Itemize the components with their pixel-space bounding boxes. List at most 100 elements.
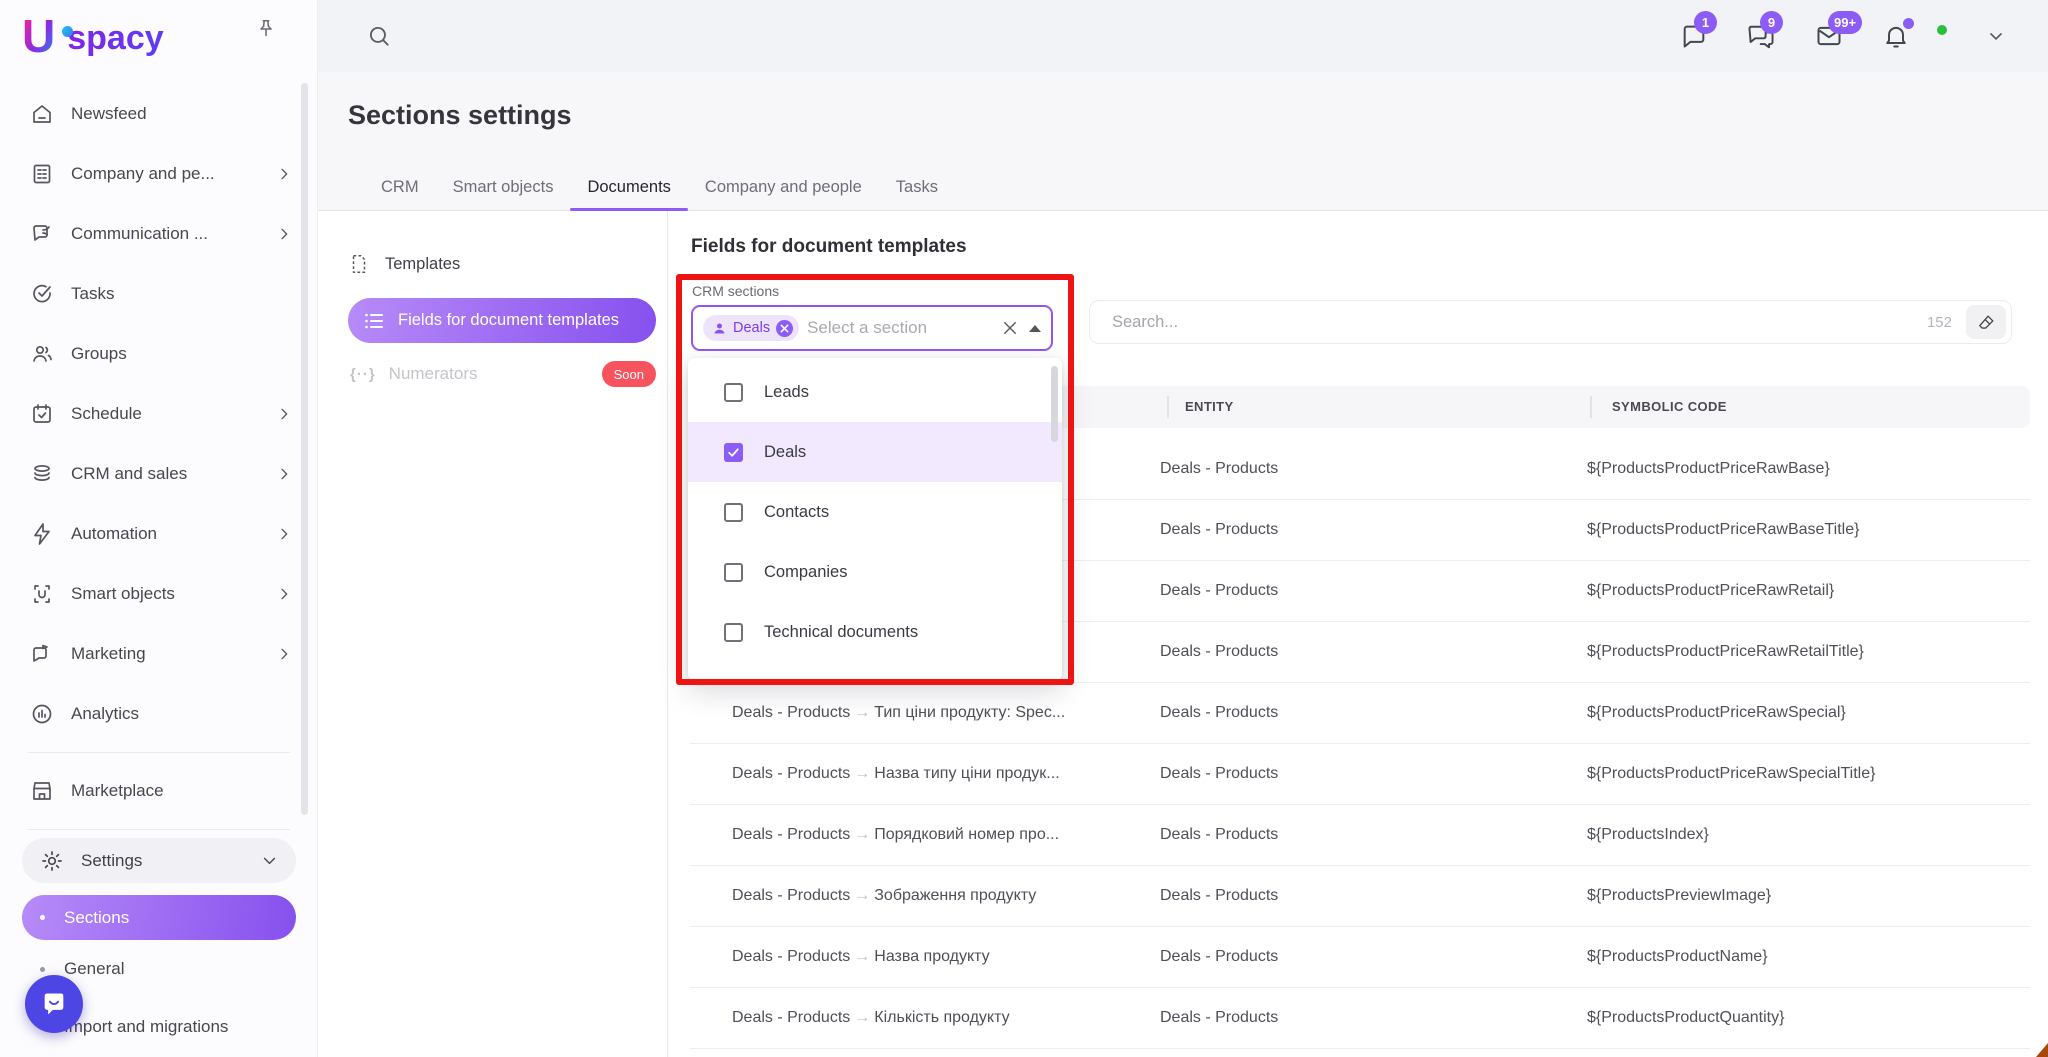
sidebar-item-sections[interactable]: Sections bbox=[22, 895, 296, 940]
checkbox-checked[interactable] bbox=[724, 443, 743, 462]
marketing-icon bbox=[30, 642, 54, 666]
online-status-dot bbox=[1935, 23, 1949, 37]
document-icon bbox=[348, 253, 370, 275]
chevron-right-icon bbox=[276, 166, 292, 182]
company-icon bbox=[30, 162, 54, 186]
sidebar-scrollbar[interactable] bbox=[301, 83, 308, 815]
sidebar-item-newsfeed[interactable]: Newsfeed bbox=[0, 84, 318, 144]
tab-smart-objects[interactable]: Smart objects bbox=[436, 165, 571, 210]
sidebar-item-settings[interactable]: Settings bbox=[22, 838, 296, 883]
sidebar-item-groups[interactable]: Groups bbox=[0, 324, 318, 384]
person-icon bbox=[712, 321, 727, 336]
chevron-right-icon bbox=[276, 526, 292, 542]
corner-artifact bbox=[2036, 1043, 2048, 1057]
clear-filters-button[interactable] bbox=[1966, 305, 2006, 339]
messenger-badge: 1 bbox=[1694, 11, 1717, 34]
arrow-icon: → bbox=[850, 887, 874, 904]
crm-sections-dropdown: Leads Deals Contacts Companies Technical… bbox=[688, 358, 1062, 680]
arrow-icon: → bbox=[850, 826, 874, 843]
select-section-input[interactable] bbox=[807, 318, 1001, 338]
table-row[interactable]: Deals - Products→Назва типу ціни продук.… bbox=[690, 744, 2030, 805]
marketplace-icon bbox=[30, 779, 54, 803]
search-input[interactable] bbox=[1112, 313, 1927, 332]
subnav-item-fields-for-document-templates[interactable]: Fields for document templates bbox=[348, 298, 656, 343]
list-icon bbox=[362, 309, 386, 333]
page-header: Sections settings CRM Smart objects Docu… bbox=[318, 72, 2048, 211]
page-title: Sections settings bbox=[348, 100, 572, 131]
support-chat-button[interactable] bbox=[25, 975, 83, 1033]
chats-button[interactable]: 9 bbox=[1746, 22, 1776, 50]
mail-button[interactable]: 99+ bbox=[1814, 22, 1844, 50]
option-leads[interactable]: Leads bbox=[688, 362, 1062, 422]
column-divider bbox=[1167, 396, 1169, 418]
sidebar-item-analytics[interactable]: Analytics bbox=[0, 684, 318, 744]
checkbox-unchecked[interactable] bbox=[724, 563, 743, 582]
search-icon[interactable] bbox=[366, 23, 392, 49]
sidebar-item-schedule[interactable]: Schedule bbox=[0, 384, 318, 444]
sidebar-divider bbox=[28, 752, 290, 753]
tabs-bar: CRM Smart objects Documents Company and … bbox=[318, 165, 2048, 211]
checkbox-unchecked[interactable] bbox=[724, 623, 743, 642]
arrow-icon: → bbox=[850, 765, 874, 782]
sidebar-item-marketing[interactable]: Marketing bbox=[0, 624, 318, 684]
tab-tasks[interactable]: Tasks bbox=[879, 165, 955, 210]
table-row[interactable]: Deals - Products→Зображення продукту Dea… bbox=[690, 866, 2030, 927]
subnav-item-numerators[interactable]: {··} Numerators Soon bbox=[350, 361, 656, 387]
table-row[interactable]: Deals - Products→Тип ціни продукту: Spec… bbox=[690, 683, 2030, 744]
uspacy-logo[interactable]: U spacy bbox=[22, 14, 164, 58]
chat-bubble-icon bbox=[40, 990, 68, 1018]
chevron-right-icon bbox=[276, 646, 292, 662]
checkbox-unchecked[interactable] bbox=[724, 503, 743, 522]
option-deals[interactable]: Deals bbox=[688, 422, 1062, 482]
crm-sections-select[interactable]: Deals bbox=[691, 305, 1053, 351]
profile-chevron-down-icon[interactable] bbox=[1986, 26, 2006, 46]
communications-icon bbox=[30, 222, 54, 246]
groups-icon bbox=[30, 342, 54, 366]
selected-chip-deals[interactable]: Deals bbox=[703, 315, 799, 341]
chevron-down-icon bbox=[261, 852, 278, 869]
tasks-icon bbox=[30, 282, 54, 306]
schedule-icon bbox=[30, 402, 54, 426]
sidebar-item-automation[interactable]: Automation bbox=[0, 504, 318, 564]
chevron-right-icon bbox=[276, 226, 292, 242]
table-row[interactable]: Deals - Products→Кількість продукту Deal… bbox=[690, 988, 2030, 1049]
sidebar-item-communications[interactable]: Communication ... bbox=[0, 204, 318, 264]
bullet-icon bbox=[40, 915, 45, 920]
tab-company-and-people[interactable]: Company and people bbox=[688, 165, 879, 210]
braces-icon: {··} bbox=[350, 366, 376, 383]
chevron-right-icon bbox=[276, 586, 292, 602]
header-entity: ENTITY bbox=[1185, 399, 1234, 414]
sidebar-item-company-and-people[interactable]: Company and pe... bbox=[0, 144, 318, 204]
pin-icon[interactable] bbox=[255, 18, 277, 40]
table-row[interactable]: Deals - Products→Назва продукту Deals - … bbox=[690, 927, 2030, 988]
clear-selection-icon[interactable] bbox=[1001, 319, 1019, 337]
sidebar: U spacy Newsfeed Company and pe... Commu… bbox=[0, 0, 318, 1057]
tab-documents[interactable]: Documents bbox=[570, 165, 687, 210]
smart-objects-icon bbox=[30, 582, 54, 606]
chip-remove-icon[interactable] bbox=[776, 320, 793, 337]
results-count: 152 bbox=[1927, 314, 1952, 331]
notifications-button[interactable] bbox=[1882, 22, 1910, 50]
option-contacts[interactable]: Contacts bbox=[688, 482, 1062, 542]
topbar: 1 9 99+ bbox=[318, 0, 2048, 72]
collapse-caret-icon[interactable] bbox=[1029, 325, 1041, 332]
option-technical-documents[interactable]: Technical documents bbox=[688, 602, 1062, 662]
notification-dot bbox=[1903, 18, 1914, 29]
sidebar-item-marketplace[interactable]: Marketplace bbox=[0, 761, 318, 821]
sidebar-item-tasks[interactable]: Tasks bbox=[0, 264, 318, 324]
automation-icon bbox=[30, 522, 54, 546]
fields-content: Fields for document templates CRM sectio… bbox=[668, 211, 2048, 1057]
arrow-icon: → bbox=[850, 948, 874, 965]
dropdown-scrollbar[interactable] bbox=[1051, 366, 1058, 442]
sidebar-item-smart-objects[interactable]: Smart objects bbox=[0, 564, 318, 624]
table-row[interactable]: Deals - Products→Порядковий номер про...… bbox=[690, 805, 2030, 866]
analytics-icon bbox=[30, 702, 54, 726]
logo-text: spacy bbox=[67, 18, 163, 58]
messenger-button[interactable]: 1 bbox=[1680, 22, 1708, 50]
tab-crm[interactable]: CRM bbox=[364, 165, 436, 210]
subnav-item-templates[interactable]: Templates bbox=[348, 253, 460, 275]
sidebar-item-crm-and-sales[interactable]: CRM and sales bbox=[0, 444, 318, 504]
checkbox-unchecked[interactable] bbox=[724, 383, 743, 402]
header-symbolic-code: SYMBOLIC CODE bbox=[1612, 399, 1727, 414]
option-companies[interactable]: Companies bbox=[688, 542, 1062, 602]
